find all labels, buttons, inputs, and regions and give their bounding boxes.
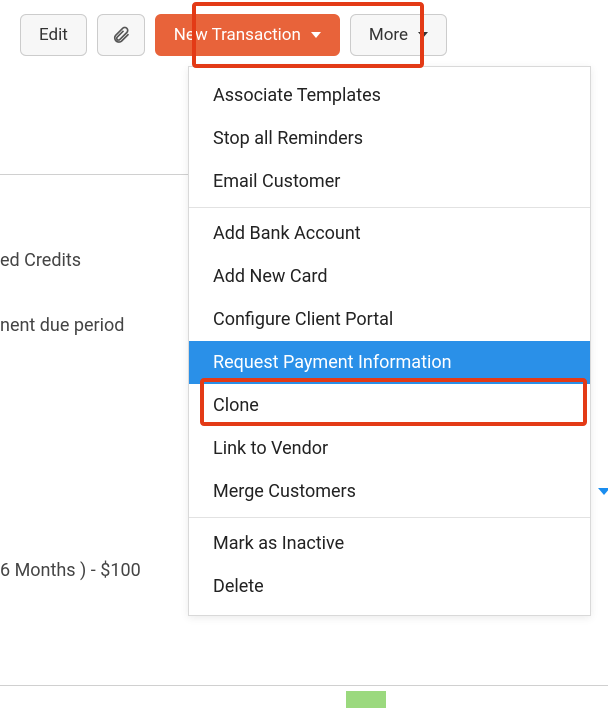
more-dropdown-menu: Associate TemplatesStop all RemindersEma… [188, 66, 591, 616]
attach-button[interactable] [97, 14, 145, 56]
edit-button[interactable]: Edit [20, 14, 87, 56]
menu-item-delete[interactable]: Delete [189, 565, 590, 615]
new-transaction-label: New Transaction [174, 25, 301, 45]
menu-item-email-customer[interactable]: Email Customer [189, 160, 590, 203]
chevron-down-icon [311, 32, 321, 38]
bg-text-credits: ed Credits [0, 250, 81, 271]
menu-item-mark-as-inactive[interactable]: Mark as Inactive [189, 522, 590, 565]
menu-item-configure-client-portal[interactable]: Configure Client Portal [189, 298, 590, 341]
menu-item-add-new-card[interactable]: Add New Card [189, 255, 590, 298]
toolbar: Edit New Transaction More [20, 14, 588, 56]
divider [0, 685, 608, 686]
divider [0, 174, 188, 175]
edit-button-label: Edit [39, 25, 68, 45]
chevron-down-icon [418, 32, 428, 38]
menu-item-request-payment-information[interactable]: Request Payment Information [189, 341, 590, 384]
chevron-down-icon [598, 488, 608, 495]
new-transaction-button[interactable]: New Transaction [155, 14, 340, 56]
bg-text-plan-price: 6 Months ) - $100 [0, 560, 141, 581]
menu-item-link-to-vendor[interactable]: Link to Vendor [189, 427, 590, 470]
more-button-label: More [369, 25, 408, 45]
menu-item-merge-customers[interactable]: Merge Customers [189, 470, 590, 513]
green-bar-fragment [346, 691, 386, 708]
menu-item-stop-all-reminders[interactable]: Stop all Reminders [189, 117, 590, 160]
bg-text-due-period: nent due period [0, 315, 124, 336]
menu-separator [189, 517, 590, 518]
more-button[interactable]: More [350, 14, 447, 56]
menu-item-clone[interactable]: Clone [189, 384, 590, 427]
paperclip-icon [111, 25, 131, 45]
menu-item-associate-templates[interactable]: Associate Templates [189, 67, 590, 117]
menu-separator [189, 207, 590, 208]
menu-item-add-bank-account[interactable]: Add Bank Account [189, 212, 590, 255]
